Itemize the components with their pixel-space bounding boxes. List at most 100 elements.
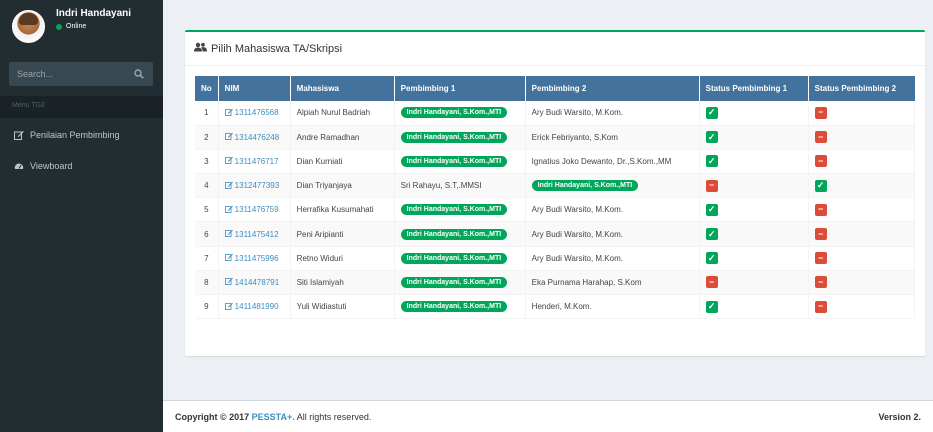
check-icon: ✓ (814, 179, 827, 192)
edit-icon (224, 205, 233, 215)
cell-mahasiswa: Retno Widuri (290, 246, 395, 271)
copyright-suffix: All rights reserved. (296, 411, 372, 422)
cell-pembimbing-2: Ary Budi Warsito, M.Kom. (525, 246, 700, 271)
minus-icon: − (814, 131, 827, 144)
edit-icon (224, 132, 233, 142)
cell-status-pembimbing-2: − (808, 125, 916, 150)
column-header-status-pembimbing-2: Status Pembimbing 2 (814, 84, 897, 93)
nim-link[interactable]: 1311476717 (224, 156, 279, 166)
brand-link[interactable]: PESSTA+. (252, 412, 295, 422)
minus-icon: − (814, 276, 827, 289)
cell-mahasiswa: Andre Ramadhan (290, 125, 395, 150)
table-row: 9 1411481990 Yuli Widiastuti Indri Handayan… (195, 294, 916, 320)
cell-status-pembimbing-2: − (808, 246, 916, 271)
edit-icon (224, 108, 233, 118)
column-header-status-pembimbing-1: Status Pembimbing 1 (699, 76, 809, 101)
nim-text: 1311476759 (234, 205, 279, 215)
avatar (12, 10, 45, 43)
advisor-badge: Indri Handayani, S.Kom.,MTI (531, 180, 639, 192)
cell-pembimbing-1: Indri Handayani, S.Kom.,MTI (394, 294, 526, 320)
table-row: 3 1311476717 Dian Kurniati Indri Handayani,… (195, 149, 916, 175)
advisor-badge: Indri Handayani, S.Kom.,MTI (400, 107, 508, 119)
cell-no: 7 (195, 246, 219, 271)
cell-mahasiswa: Dian Kurniati (290, 149, 395, 175)
copyright-prefix: Copyright © 2017 (175, 411, 250, 422)
advisor-badge: Indri Handayani, S.Kom.,MTI (400, 228, 508, 240)
divider (185, 65, 925, 66)
box-title: Pilih Mahasiswa TA/Skripsi (194, 42, 342, 55)
cell-mahasiswa: Dian Triyanjaya (290, 173, 395, 199)
check-icon: ✓ (705, 300, 718, 313)
cell-nim: 1411481990 (218, 294, 291, 320)
table-row: 2 1314476248 Andre Ramadhan Indri Handayani… (195, 125, 916, 150)
copyright: Copyright © 2017 PESSTA+. All rights res… (175, 412, 371, 422)
nim-link[interactable]: 1311475412 (224, 229, 279, 239)
nim-link[interactable]: 1411481990 (224, 302, 279, 312)
edit-icon (224, 253, 233, 263)
search-icon[interactable] (133, 68, 145, 80)
table-row: 4 1312477393 Dian Triyanjaya Sri Rahayu, S.… (195, 173, 916, 199)
cell-status-pembimbing-2: − (808, 221, 916, 247)
cell-pembimbing-1: Indri Handayani, S.Kom.,MTI (394, 149, 526, 175)
cell-no: 9 (195, 294, 219, 320)
minus-icon: − (814, 203, 827, 216)
nim-link[interactable]: 1311476568 (224, 108, 279, 118)
cell-no: 2 (195, 125, 219, 150)
check-icon: ✓ (705, 228, 718, 241)
column-header-pembimbing-1: Pembimbing 1 (394, 76, 526, 101)
cell-no: 5 (195, 197, 219, 223)
cell-no: 6 (195, 221, 219, 247)
cell-status-pembimbing-1: ✓ (699, 197, 809, 223)
cell-pembimbing-2: Ignatius Joko Dewanto, Dr.,S.Kom.,MM (525, 149, 700, 175)
sidebar-search (9, 62, 153, 86)
cell-pembimbing-1: Indri Handayani, S.Kom.,MTI (394, 246, 526, 271)
table-row: 1 1311476568 Alpiah Nurul Badriah Indri Han… (195, 101, 916, 126)
cell-nim: 1314476248 (218, 125, 291, 150)
search-input[interactable] (17, 69, 127, 79)
cell-no: 4 (195, 173, 219, 199)
cell-status-pembimbing-1: ✓ (699, 294, 809, 320)
advisor-name: Ary Budi Warsito, M.Kom. (531, 205, 623, 215)
advisor-name: Erick Febriyanto, S.Kom (531, 132, 618, 142)
cell-status-pembimbing-1: ✓ (699, 221, 809, 247)
edit-icon (14, 130, 24, 140)
nim-link[interactable]: 1311476759 (224, 205, 279, 215)
nim-link[interactable]: 1414478791 (224, 277, 279, 287)
sidebar-item-viewboard[interactable]: Viewboard (0, 155, 163, 177)
cell-pembimbing-1: Indri Handayani, S.Kom.,MTI (394, 101, 526, 126)
cell-pembimbing-2: Ary Budi Warsito, M.Kom. (525, 197, 700, 223)
table-row: 8 1414478791 Siti Islamiyah Indri Handayani… (195, 270, 916, 296)
column-header-no: No (195, 76, 219, 101)
student-selection-box: Pilih Mahasiswa TA/Skripsi No NIM Mahasi… (185, 30, 925, 356)
cell-pembimbing-2: Erick Febriyanto, S.Kom (525, 125, 700, 150)
table-header-row: No NIM Mahasiswa Pembimbing 1 Pembimbing… (195, 76, 915, 101)
nim-link[interactable]: 1312477393 (224, 181, 279, 191)
nim-text: 1311476568 (234, 108, 279, 118)
sidebar-item-penilaian-pembimbing[interactable]: Penilaian Pembimbing (0, 124, 163, 146)
cell-status-pembimbing-1: ✓ (699, 246, 809, 271)
cell-status-pembimbing-2: − (808, 101, 916, 126)
cell-status-pembimbing-2: ✓ (808, 173, 916, 199)
cell-nim: 1311476759 (218, 197, 291, 223)
advisor-badge: Indri Handayani, S.Kom.,MTI (400, 155, 508, 167)
advisor-name: Sri Rahayu, S.T,.MMSI (400, 181, 482, 191)
edit-icon (224, 229, 233, 239)
nim-link[interactable]: 1311475996 (224, 253, 279, 263)
advisor-name: Ary Budi Warsito, M.Kom. (531, 253, 623, 263)
nim-text: 1311475412 (234, 229, 279, 239)
check-icon: ✓ (705, 252, 718, 265)
nim-link[interactable]: 1314476248 (224, 132, 279, 142)
nim-text: 1411481990 (234, 302, 279, 312)
column-header-nim: NIM (218, 76, 291, 101)
online-dot-icon (56, 23, 62, 30)
nim-text: 1311476717 (234, 156, 279, 166)
cell-pembimbing-1: Sri Rahayu, S.T,.MMSI (394, 173, 526, 199)
cell-pembimbing-2: Ary Budi Warsito, M.Kom. (525, 101, 700, 126)
table-row: 7 1311475996 Retno Widuri Indri Handayani, … (195, 246, 916, 271)
check-icon: ✓ (705, 203, 718, 216)
cell-pembimbing-1: Indri Handayani, S.Kom.,MTI (394, 197, 526, 223)
minus-icon: − (705, 276, 718, 289)
advisor-name: Henderi, M.Kom. (531, 302, 592, 312)
user-name: Indri Handayani (56, 8, 132, 19)
cell-no: 3 (195, 149, 219, 175)
